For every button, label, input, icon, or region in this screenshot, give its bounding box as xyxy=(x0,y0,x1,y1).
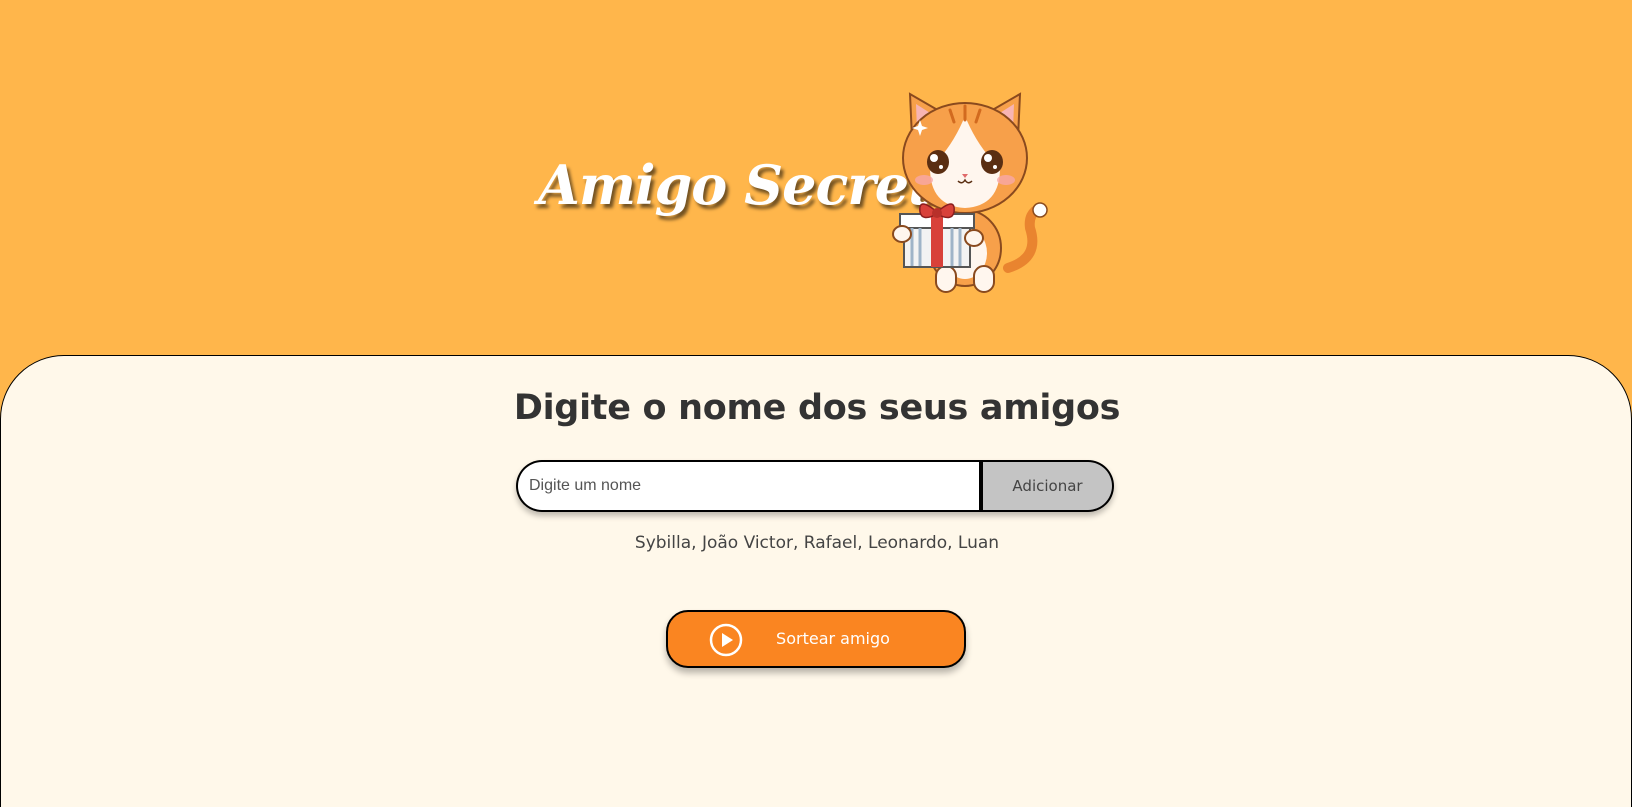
draw-friend-button[interactable]: Sortear amigo xyxy=(666,610,966,668)
play-circle-icon xyxy=(709,623,743,657)
name-input-group: Adicionar xyxy=(516,460,1114,512)
add-button[interactable]: Adicionar xyxy=(979,460,1114,512)
cat-with-gift-icon xyxy=(892,92,1048,293)
friends-list: Sybilla, João Victor, Rafael, Leonardo, … xyxy=(634,533,1000,553)
main-panel: Digite o nome dos seus amigos Adicionar … xyxy=(0,355,1632,807)
main-heading: Digite o nome dos seus amigos xyxy=(513,388,1121,428)
page: Amigo Secreto Digite o nome dos seus ami… xyxy=(0,0,1632,807)
header: Amigo Secreto xyxy=(0,0,1632,356)
name-input[interactable] xyxy=(516,460,979,512)
draw-friend-label: Sortear amigo xyxy=(776,629,890,648)
